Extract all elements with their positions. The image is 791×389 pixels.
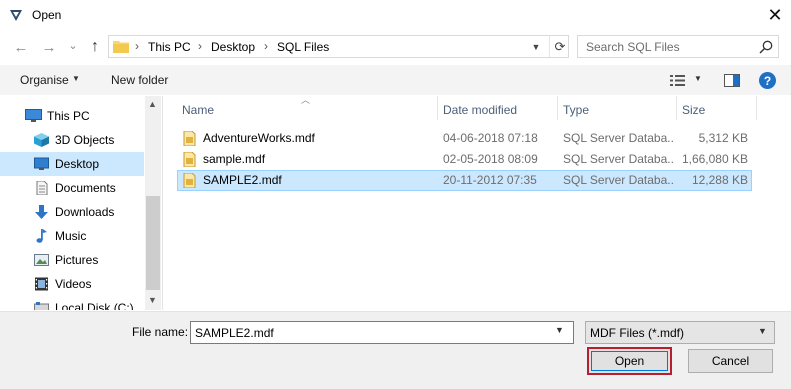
sidebar-item-label: This PC: [47, 109, 90, 123]
window-title: Open: [32, 8, 62, 22]
file-size: 12,288 KB: [691, 173, 748, 187]
view-dropdown-icon[interactable]: ▼: [694, 74, 702, 83]
desktop-icon: [34, 157, 49, 170]
sidebar-item-label: Music: [55, 229, 87, 243]
music-note-icon: [36, 229, 47, 243]
sidebar-item-3d-objects[interactable]: 3D Objects: [0, 128, 144, 152]
file-type: SQL Server Databa...: [563, 131, 673, 145]
column-header-type[interactable]: Type: [563, 103, 589, 117]
open-button-label: Open: [591, 351, 668, 371]
search-icon: [759, 40, 773, 54]
sidebar-item-label: Downloads: [55, 205, 115, 219]
table-row-selected[interactable]: SAMPLE2.mdf 20-11-2012 07:35 SQL Server …: [177, 170, 752, 191]
file-date: 02-05-2018 08:09: [443, 152, 538, 166]
sidebar-item-music[interactable]: Music: [0, 224, 144, 248]
address-bar[interactable]: › This PC › Desktop › SQL Files ▼ ⟳: [108, 35, 569, 58]
file-name-input[interactable]: SAMPLE2.mdf ▼: [190, 321, 574, 344]
file-date: 04-06-2018 07:18: [443, 131, 538, 145]
cube-icon: [34, 133, 49, 147]
chevron-down-icon[interactable]: ▼: [758, 326, 767, 336]
forward-button[interactable]: →: [38, 36, 60, 58]
close-button[interactable]: ✕: [762, 3, 788, 27]
table-row[interactable]: AdventureWorks.mdf 04-06-2018 07:18 SQL …: [177, 128, 752, 149]
sidebar-item-videos[interactable]: Videos: [0, 272, 144, 296]
preview-pane-icon[interactable]: [724, 74, 740, 87]
file-name-value: SAMPLE2.mdf: [195, 326, 274, 340]
breadcrumb-this-pc[interactable]: This PC: [148, 40, 191, 54]
file-size: 5,312 KB: [698, 131, 748, 145]
document-icon: [36, 181, 48, 195]
file-type-filter[interactable]: MDF Files (*.mdf) ▼: [585, 321, 775, 344]
sidebar-scrollbar[interactable]: ▲ ▼: [145, 96, 161, 310]
cancel-button[interactable]: Cancel: [688, 349, 773, 373]
breadcrumb-desktop[interactable]: Desktop: [211, 40, 255, 54]
back-button[interactable]: ←: [10, 36, 32, 58]
sidebar-item-label: Pictures: [55, 253, 99, 267]
download-arrow-icon: [35, 205, 48, 219]
sidebar-item-pictures[interactable]: Pictures: [0, 248, 144, 272]
column-divider[interactable]: [557, 96, 558, 120]
database-file-icon: [183, 131, 196, 146]
sidebar-item-local-disk[interactable]: Local Disk (C:): [0, 296, 144, 310]
picture-icon: [34, 254, 49, 266]
breadcrumb-sql-files[interactable]: SQL Files: [277, 40, 329, 54]
sidebar-item-label: 3D Objects: [55, 133, 115, 147]
file-date: 20-11-2012 07:35: [443, 173, 537, 187]
sidebar-item-desktop[interactable]: Desktop: [0, 152, 144, 176]
file-type: SQL Server Databa...: [563, 152, 673, 166]
breadcrumb-separator: ›: [264, 39, 268, 53]
column-divider[interactable]: [437, 96, 438, 120]
file-name-label: File name:: [132, 325, 189, 339]
breadcrumb-separator: ›: [198, 39, 202, 53]
sidebar-item-label: Local Disk (C:): [55, 301, 134, 310]
column-divider[interactable]: [676, 96, 677, 120]
column-header-name[interactable]: Name: [182, 103, 214, 117]
refresh-icon[interactable]: ⟳: [549, 36, 570, 57]
sidebar-item-label: Desktop: [55, 157, 100, 171]
new-folder-button[interactable]: New folder: [111, 73, 168, 87]
scroll-up-icon[interactable]: ▲: [148, 99, 157, 109]
database-file-icon: [183, 173, 196, 188]
table-row[interactable]: sample.mdf 02-05-2018 08:09 SQL Server D…: [177, 149, 752, 170]
sidebar-item-label: Documents: [55, 181, 116, 195]
column-header-size[interactable]: Size: [682, 103, 705, 117]
computer-icon: [25, 109, 42, 122]
search-box[interactable]: Search SQL Files: [577, 35, 779, 58]
folder-icon: [113, 41, 129, 53]
organise-menu[interactable]: Organise: [20, 73, 69, 87]
database-file-icon: [183, 152, 196, 167]
file-type: SQL Server Databa...: [563, 173, 673, 187]
dialog-footer: File name: SAMPLE2.mdf ▼ MDF Files (*.md…: [0, 311, 791, 389]
title-bar: Open ✕: [0, 0, 791, 31]
sort-ascending-icon: ︿: [301, 95, 311, 105]
command-bar: Organise ▼ New folder ▼ ?: [0, 65, 791, 95]
app-logo-icon: [10, 10, 22, 21]
breadcrumb-separator: ›: [135, 39, 139, 53]
up-folder-button[interactable]: ↑: [84, 36, 106, 58]
file-name: SAMPLE2.mdf: [203, 173, 282, 187]
drive-icon: [34, 302, 49, 310]
address-dropdown-icon[interactable]: ▼: [527, 37, 545, 57]
navigation-pane: This PC 3D Objects Desktop Documents Dow…: [0, 96, 163, 310]
file-type-filter-value: MDF Files (*.mdf): [590, 326, 684, 340]
chevron-down-icon[interactable]: ▼: [72, 74, 80, 83]
sidebar-item-label: Videos: [55, 277, 92, 291]
file-size: 1,66,080 KB: [681, 152, 748, 166]
file-name: AdventureWorks.mdf: [203, 131, 315, 145]
sidebar-item-this-pc[interactable]: This PC: [0, 104, 144, 128]
chevron-down-icon[interactable]: ▼: [555, 325, 564, 335]
column-header-date[interactable]: Date modified: [443, 103, 517, 117]
recent-locations-button[interactable]: ⌄: [62, 34, 84, 56]
open-button[interactable]: Open: [587, 347, 672, 375]
film-icon: [35, 277, 48, 291]
search-placeholder: Search SQL Files: [586, 40, 680, 54]
column-divider[interactable]: [756, 96, 757, 120]
file-name: sample.mdf: [203, 152, 266, 166]
view-options-icon[interactable]: [670, 74, 686, 87]
scroll-down-icon[interactable]: ▼: [148, 295, 157, 305]
sidebar-item-documents[interactable]: Documents: [0, 176, 144, 200]
sidebar-item-downloads[interactable]: Downloads: [0, 200, 144, 224]
help-icon[interactable]: ?: [759, 72, 776, 89]
scrollbar-thumb[interactable]: [146, 196, 160, 290]
